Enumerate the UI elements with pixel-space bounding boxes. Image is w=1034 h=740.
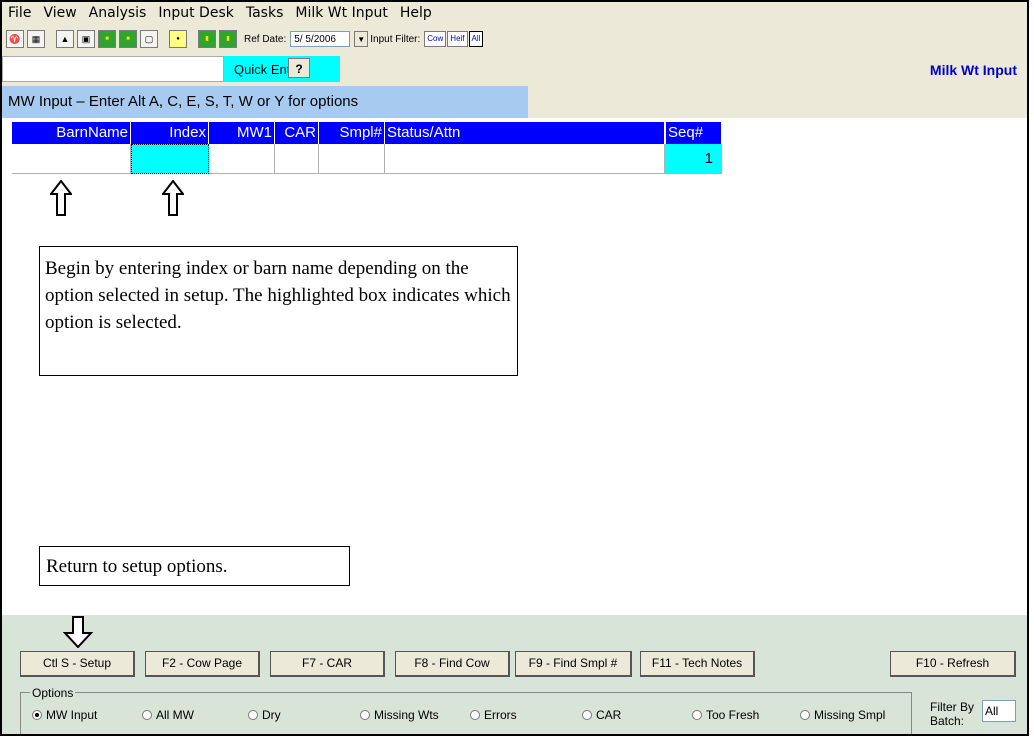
instruction-bar-filler bbox=[528, 86, 1027, 118]
radio-icon bbox=[582, 710, 592, 720]
cell-index[interactable] bbox=[131, 144, 209, 174]
pcd-icon[interactable]: ● bbox=[169, 30, 187, 48]
radio-selected-icon bbox=[32, 710, 42, 720]
cell-barnname[interactable] bbox=[12, 144, 131, 174]
col-barnname[interactable]: BarnName bbox=[12, 122, 131, 144]
cell-car[interactable] bbox=[275, 144, 319, 174]
up-arrow-icon bbox=[162, 180, 184, 216]
menu-input-desk[interactable]: Input Desk bbox=[152, 5, 240, 21]
radio-icon bbox=[360, 710, 370, 720]
menu-milk-wt-input[interactable]: Milk Wt Input bbox=[289, 5, 393, 21]
radio-all-mw[interactable]: All MW bbox=[142, 708, 194, 722]
cell-smpl[interactable] bbox=[319, 144, 385, 174]
cell-seq[interactable]: 1 bbox=[665, 144, 722, 174]
cow-chart-icon[interactable]: ▮ bbox=[219, 30, 237, 48]
radio-missing-smpl[interactable]: Missing Smpl bbox=[800, 708, 885, 722]
menu-tasks[interactable]: Tasks bbox=[240, 5, 290, 21]
tech-notes-button[interactable]: F11 - Tech Notes bbox=[640, 651, 755, 677]
radio-icon bbox=[692, 710, 702, 720]
find-cow-button[interactable]: F8 - Find Cow bbox=[395, 651, 510, 677]
radio-icon bbox=[800, 710, 810, 720]
radio-mw-input[interactable]: MW Input bbox=[32, 708, 97, 722]
filter-heif-button[interactable]: Heif bbox=[447, 31, 468, 47]
cell-status-attn[interactable] bbox=[385, 144, 665, 174]
refresh-button[interactable]: F10 - Refresh bbox=[890, 651, 1016, 677]
radio-errors[interactable]: Errors bbox=[470, 708, 517, 722]
car-button[interactable]: F7 - CAR bbox=[270, 651, 385, 677]
up-arrow-icon bbox=[50, 180, 72, 216]
callout-begin: Begin by entering index or barn name dep… bbox=[39, 246, 518, 376]
filter-cow-button[interactable]: Cow bbox=[424, 31, 447, 47]
radio-missing-wts[interactable]: Missing Wts bbox=[360, 708, 439, 722]
menu-view[interactable]: View bbox=[37, 5, 82, 21]
col-seq[interactable]: Seq# bbox=[665, 122, 722, 144]
menu-analysis[interactable]: Analysis bbox=[83, 5, 153, 21]
col-mw1[interactable]: MW1 bbox=[209, 122, 275, 144]
filter-all-button[interactable]: All bbox=[468, 31, 484, 47]
radio-icon bbox=[142, 710, 152, 720]
menu-help[interactable]: Help bbox=[394, 5, 438, 21]
app-title: Milk Wt Input bbox=[929, 62, 1017, 78]
ref-date-label: Ref Date: bbox=[244, 33, 287, 45]
cow-icon[interactable]: ♈ bbox=[6, 30, 24, 48]
filter-batch-label: Filter By Batch: bbox=[930, 700, 975, 728]
radio-icon bbox=[248, 710, 258, 720]
radio-dry[interactable]: Dry bbox=[248, 708, 281, 722]
menu-file[interactable]: File bbox=[2, 5, 37, 21]
col-smpl[interactable]: Smpl# bbox=[319, 122, 385, 144]
radio-icon bbox=[470, 710, 480, 720]
ref-date-field[interactable]: 5/ 5/2006 bbox=[290, 31, 351, 47]
cow-page-button[interactable]: F2 - Cow Page bbox=[145, 651, 260, 677]
col-car[interactable]: CAR bbox=[275, 122, 319, 144]
down-arrow-icon bbox=[62, 616, 94, 648]
quick-entry-label: Quick Entry bbox=[224, 56, 340, 82]
filter-batch-input[interactable]: All bbox=[982, 700, 1016, 722]
callout-return: Return to setup options. bbox=[39, 546, 350, 586]
report-icon[interactable]: ■ bbox=[98, 30, 116, 48]
app-window: File View Analysis Input Desk Tasks Milk… bbox=[0, 0, 1029, 736]
menu-bar: File View Analysis Input Desk Tasks Milk… bbox=[2, 2, 1027, 24]
radio-car[interactable]: CAR bbox=[582, 708, 621, 722]
help-button[interactable]: ? bbox=[288, 58, 310, 78]
col-status-attn[interactable]: Status/Attn bbox=[385, 122, 665, 144]
cell-mw1[interactable] bbox=[209, 144, 275, 174]
options-label: Options bbox=[30, 686, 76, 700]
shield-icon[interactable]: ▣ bbox=[77, 30, 95, 48]
radio-too-fresh[interactable]: Too Fresh bbox=[692, 708, 759, 722]
instruction-bar: MW Input – Enter Alt A, C, E, S, T, W or… bbox=[2, 86, 528, 118]
test-day-icon[interactable]: ■ bbox=[119, 30, 137, 48]
col-index[interactable]: Index bbox=[131, 122, 209, 144]
book-icon[interactable]: ▦ bbox=[27, 30, 45, 48]
cup-icon[interactable]: ▢ bbox=[140, 30, 158, 48]
find-smpl-button[interactable]: F9 - Find Smpl # bbox=[515, 651, 632, 677]
toolbar: ♈ ▦ ▲ ▣ ■ ■ ▢ ● ▮ ▮ Ref Date: 5/ 5/2006 … bbox=[2, 24, 1027, 54]
setup-button[interactable]: Ctl S - Setup bbox=[20, 651, 135, 677]
quick-entry-input[interactable] bbox=[2, 56, 224, 82]
input-filter-label: Input Filter: bbox=[370, 33, 421, 45]
herd-chart-icon[interactable]: ▮ bbox=[198, 30, 216, 48]
quick-entry-row: Quick Entry ? Milk Wt Input bbox=[2, 54, 1027, 86]
herd-icon[interactable]: ▲ bbox=[56, 30, 74, 48]
dropdown-arrow-icon[interactable]: ▼ bbox=[354, 31, 369, 47]
